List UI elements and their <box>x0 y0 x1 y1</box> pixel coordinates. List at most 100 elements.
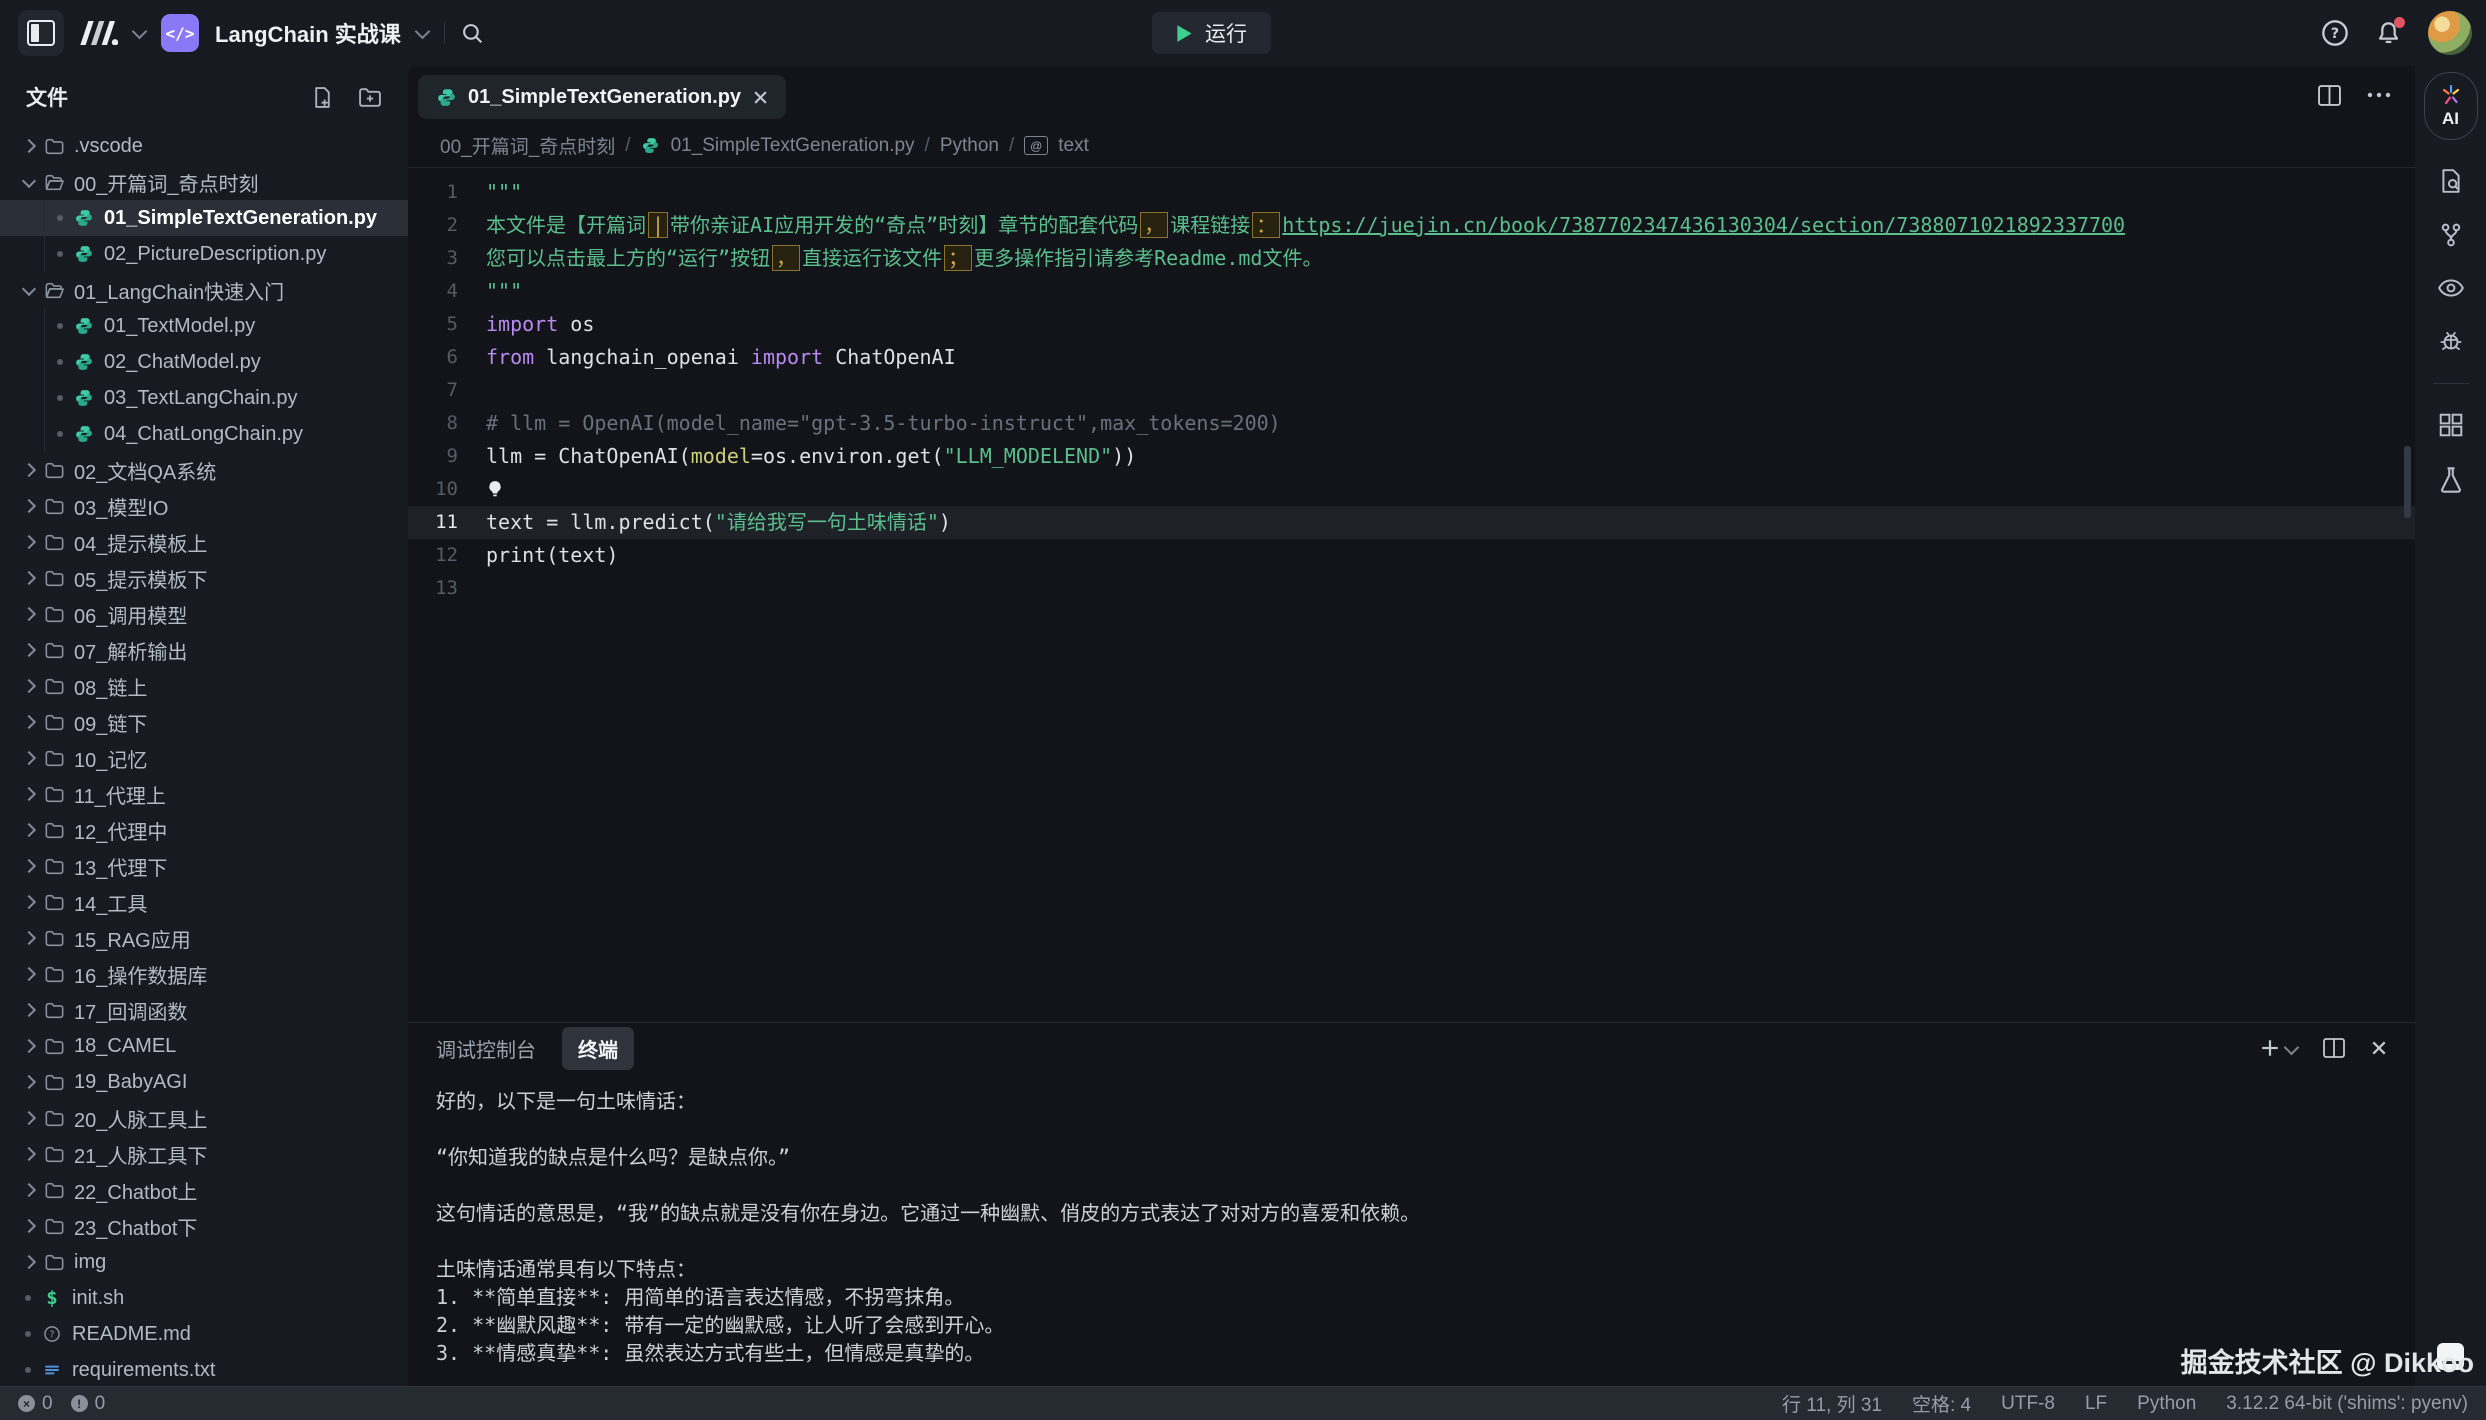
marscode-logo[interactable] <box>80 21 118 45</box>
file-tree-item[interactable]: 09_链下 <box>0 704 408 740</box>
file-tree-item[interactable]: 11_代理上 <box>0 776 408 812</box>
file-tree-item[interactable]: 06_调用模型 <box>0 596 408 632</box>
breadcrumb-language[interactable]: Python <box>940 135 999 157</box>
language-mode[interactable]: Python <box>2137 1393 2196 1415</box>
file-tree-item[interactable]: 01_TextModel.py <box>0 308 408 344</box>
more-actions-icon[interactable] <box>2367 92 2391 98</box>
avatar[interactable] <box>2428 11 2472 55</box>
tab-terminal[interactable]: 终端 <box>562 1027 634 1070</box>
split-editor-icon[interactable] <box>2318 85 2341 106</box>
code-line[interactable]: 3您可以点击最上方的“运行”按钮，直接运行该文件；更多操作指引请参考Readme… <box>408 242 2415 275</box>
file-tree-item[interactable]: 03_TextLangChain.py <box>0 380 408 416</box>
watermark: 掘金技术社区 @ Dikkoo <box>2181 1341 2474 1380</box>
file-tree-item[interactable]: 13_代理下 <box>0 848 408 884</box>
code-line[interactable]: 6from langchain_openai import ChatOpenAI <box>408 341 2415 374</box>
breadcrumb-file[interactable]: 01_SimpleTextGeneration.py <box>671 135 915 157</box>
file-tree-item[interactable]: 07_解析输出 <box>0 632 408 668</box>
toggle-sidebar-button[interactable] <box>18 10 64 56</box>
notifications-button[interactable] <box>2375 20 2402 47</box>
file-tree-item[interactable]: 23_Chatbot下 <box>0 1208 408 1244</box>
preview-eye-icon[interactable] <box>2437 276 2465 300</box>
breadcrumb: 00_开篇词_奇点时刻 01_SimpleTextGeneration.py P… <box>408 124 2415 168</box>
folder-icon <box>44 1252 64 1272</box>
file-tree-item[interactable]: 05_提示模板下 <box>0 560 408 596</box>
file-tree-item[interactable]: 15_RAG应用 <box>0 920 408 956</box>
file-tree-item[interactable]: 02_文档QA系统 <box>0 452 408 488</box>
file-tree-item[interactable]: 01_LangChain快速入门 <box>0 272 408 308</box>
file-tree-item[interactable]: 02_PictureDescription.py <box>0 236 408 272</box>
file-tree-item[interactable]: 22_Chatbot上 <box>0 1172 408 1208</box>
eol-setting[interactable]: LF <box>2085 1393 2107 1415</box>
python-interpreter[interactable]: 3.12.2 64-bit ('shims': pyenv) <box>2226 1393 2468 1415</box>
editor-tab[interactable]: 01_SimpleTextGeneration.py <box>418 75 786 119</box>
run-button[interactable]: 运行 <box>1152 12 1271 54</box>
file-tree-item[interactable]: 12_代理中 <box>0 812 408 848</box>
file-tree-item[interactable]: 02_ChatModel.py <box>0 344 408 380</box>
code-line[interactable]: 12print(text) <box>408 539 2415 572</box>
logo-menu-chevron-icon[interactable] <box>132 23 148 39</box>
editor-scrollbar[interactable] <box>2404 446 2411 518</box>
warning-count: 0 <box>95 1393 106 1415</box>
breadcrumb-separator <box>1009 135 1014 157</box>
file-tree-item[interactable]: 10_记忆 <box>0 740 408 776</box>
close-panel-icon[interactable] <box>2371 1040 2387 1056</box>
file-tree-item[interactable]: 01_SimpleTextGeneration.py <box>0 200 408 236</box>
ai-assistant-button[interactable]: AI <box>2424 72 2478 140</box>
file-tree-item[interactable]: 19_BabyAGI <box>0 1064 408 1100</box>
file-tree-item[interactable]: 18_CAMEL <box>0 1028 408 1064</box>
split-terminal-icon[interactable] <box>2323 1038 2345 1058</box>
code-line[interactable]: 10 <box>408 473 2415 506</box>
file-tree-item[interactable]: 03_模型IO <box>0 488 408 524</box>
file-tree-item[interactable]: .vscode <box>0 128 408 164</box>
problems-errors[interactable]: × 0 <box>18 1393 53 1415</box>
code-line[interactable]: 11text = llm.predict("请给我写一句土味情话") <box>408 506 2415 539</box>
code-line[interactable]: 9llm = ChatOpenAI(model=os.environ.get("… <box>408 440 2415 473</box>
lightbulb-icon[interactable] <box>486 477 504 501</box>
file-tree-item[interactable]: ?README.md <box>0 1316 408 1352</box>
close-tab-icon[interactable] <box>753 90 768 105</box>
source-control-icon[interactable] <box>2438 222 2464 248</box>
file-tree-item[interactable]: requirements.txt <box>0 1352 408 1386</box>
file-tree-item[interactable]: $init.sh <box>0 1280 408 1316</box>
help-icon[interactable]: ? <box>2321 19 2349 47</box>
cursor-position[interactable]: 行 11, 列 31 <box>1782 1390 1882 1417</box>
indent-setting[interactable]: 空格: 4 <box>1912 1390 1971 1417</box>
folder-icon <box>44 928 64 948</box>
code-line[interactable]: 8# llm = OpenAI(model_name="gpt-3.5-turb… <box>408 407 2415 440</box>
search-icon[interactable] <box>461 22 484 45</box>
file-tree-item[interactable]: 04_提示模板上 <box>0 524 408 560</box>
terminal-output[interactable]: 好的，以下是一句土味情话：“你知道我的缺点是什么吗？是缺点你。”这句情话的意思是… <box>408 1073 2415 1386</box>
code-line[interactable]: 4""" <box>408 275 2415 308</box>
new-terminal-button[interactable] <box>2260 1038 2297 1058</box>
file-tree-item[interactable]: 04_ChatLongChain.py <box>0 416 408 452</box>
new-folder-icon[interactable] <box>358 86 382 109</box>
new-file-icon[interactable] <box>311 86 334 109</box>
code-editor[interactable]: 1"""2本文件是【开篇词|带你亲证AI应用开发的“奇点”时刻】章节的配套代码，… <box>408 168 2415 1022</box>
code-line[interactable]: 13 <box>408 572 2415 605</box>
file-tree-item[interactable]: 14_工具 <box>0 884 408 920</box>
code-line[interactable]: 2本文件是【开篇词|带你亲证AI应用开发的“奇点”时刻】章节的配套代码，课程链接… <box>408 209 2415 242</box>
folder-icon <box>44 496 64 516</box>
test-flask-icon[interactable] <box>2438 466 2464 494</box>
search-file-icon[interactable] <box>2438 168 2464 194</box>
code-line[interactable]: 5import os <box>408 308 2415 341</box>
folder-icon <box>44 1000 64 1020</box>
file-tree-item[interactable]: 16_操作数据库 <box>0 956 408 992</box>
breadcrumb-symbol[interactable]: text <box>1058 135 1089 157</box>
code-line[interactable]: 7 <box>408 374 2415 407</box>
file-tree-item[interactable]: 08_链上 <box>0 668 408 704</box>
file-tree-item[interactable]: 20_人脉工具上 <box>0 1100 408 1136</box>
problems-warnings[interactable]: ! 0 <box>71 1393 106 1415</box>
code-line[interactable]: 1""" <box>408 176 2415 209</box>
file-tree-item[interactable]: img <box>0 1244 408 1280</box>
file-tree-item[interactable]: 17_回调函数 <box>0 992 408 1028</box>
terminal-line: “你知道我的缺点是什么吗？是缺点你。” <box>436 1143 2415 1171</box>
file-tree-item[interactable]: 00_开篇词_奇点时刻 <box>0 164 408 200</box>
extensions-icon[interactable] <box>2438 412 2464 438</box>
debug-bug-icon[interactable] <box>2438 328 2464 355</box>
file-tree-item[interactable]: 21_人脉工具下 <box>0 1136 408 1172</box>
encoding[interactable]: UTF-8 <box>2001 1393 2055 1415</box>
workspace-chevron-icon[interactable] <box>415 23 431 39</box>
breadcrumb-folder[interactable]: 00_开篇词_奇点时刻 <box>440 132 615 159</box>
tab-debug-console[interactable]: 调试控制台 <box>436 1034 536 1063</box>
